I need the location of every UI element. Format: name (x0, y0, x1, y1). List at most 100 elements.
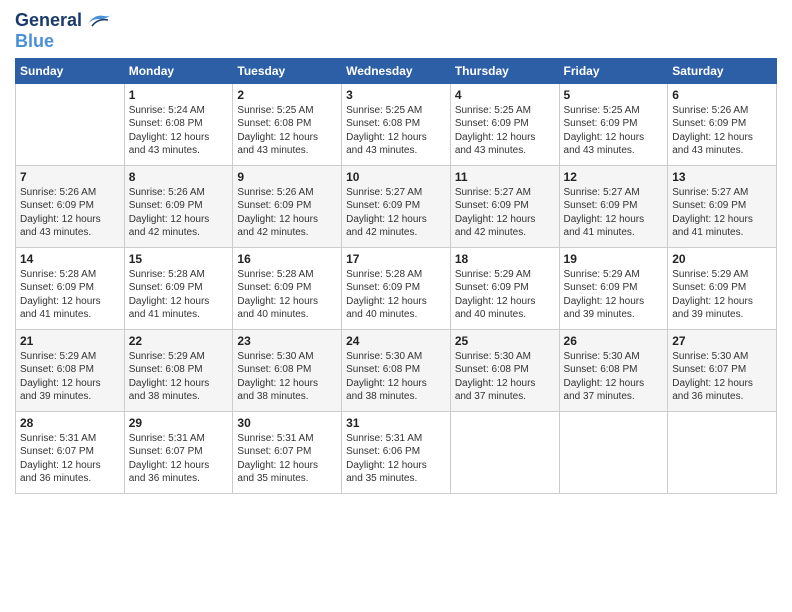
cell-text: Sunrise: 5:27 AMSunset: 6:09 PMDaylight:… (672, 187, 753, 239)
cell-text: Sunrise: 5:29 AMSunset: 6:08 PMDaylight:… (129, 351, 210, 403)
calendar-cell: 4 Sunrise: 5:25 AMSunset: 6:09 PMDaylight… (450, 83, 559, 165)
day-number: 12 (564, 170, 664, 184)
cell-text: Sunrise: 5:31 AMSunset: 6:07 PMDaylight:… (20, 433, 101, 485)
day-number: 28 (20, 416, 120, 430)
cell-text: Sunrise: 5:25 AMSunset: 6:08 PMDaylight:… (346, 105, 427, 157)
calendar-cell: 15 Sunrise: 5:28 AMSunset: 6:09 PMDayligh… (124, 247, 233, 329)
cell-text: Sunrise: 5:25 AMSunset: 6:08 PMDaylight:… (237, 105, 318, 157)
calendar-cell: 7 Sunrise: 5:26 AMSunset: 6:09 PMDaylight… (16, 165, 125, 247)
calendar-cell: 29 Sunrise: 5:31 AMSunset: 6:07 PMDayligh… (124, 411, 233, 493)
weekday-header: Thursday (450, 58, 559, 83)
day-number: 14 (20, 252, 120, 266)
cell-text: Sunrise: 5:28 AMSunset: 6:09 PMDaylight:… (237, 269, 318, 321)
calendar-cell: 24Sunrise: 5:30 AMSunset: 6:08 PMDayligh… (342, 329, 451, 411)
cell-text: Sunrise: 5:27 AMSunset: 6:09 PMDaylight:… (564, 187, 645, 239)
day-number: 3 (346, 88, 446, 102)
calendar-cell: 13 Sunrise: 5:27 AMSunset: 6:09 PMDayligh… (668, 165, 777, 247)
day-number: 2 (237, 88, 337, 102)
logo: General Blue (15, 10, 112, 52)
cell-text: Sunrise: 5:26 AMSunset: 6:09 PMDaylight:… (20, 187, 101, 239)
calendar-cell: 5 Sunrise: 5:25 AMSunset: 6:09 PMDaylight… (559, 83, 668, 165)
cell-text: Sunrise: 5:27 AMSunset: 6:09 PMDaylight:… (455, 187, 536, 239)
calendar-cell: 10 Sunrise: 5:27 AMSunset: 6:09 PMDayligh… (342, 165, 451, 247)
cell-text: Sunrise: 5:31 AMSunset: 6:07 PMDaylight:… (237, 433, 318, 485)
day-number: 11 (455, 170, 555, 184)
calendar-cell: 27 Sunrise: 5:30 AMSunset: 6:07 PMDayligh… (668, 329, 777, 411)
calendar-cell: 2 Sunrise: 5:25 AMSunset: 6:08 PMDaylight… (233, 83, 342, 165)
cell-text: Sunrise: 5:28 AMSunset: 6:09 PMDaylight:… (129, 269, 210, 321)
day-number: 8 (129, 170, 229, 184)
cell-text: Sunrise: 5:27 AMSunset: 6:09 PMDaylight:… (346, 187, 427, 239)
day-number: 18 (455, 252, 555, 266)
calendar-cell: 30 Sunrise: 5:31 AMSunset: 6:07 PMDayligh… (233, 411, 342, 493)
calendar-cell: 28 Sunrise: 5:31 AMSunset: 6:07 PMDayligh… (16, 411, 125, 493)
cell-text: Sunrise: 5:29 AMSunset: 6:09 PMDaylight:… (564, 269, 645, 321)
cell-text: Sunrise: 5:31 AMSunset: 6:07 PMDaylight:… (129, 433, 210, 485)
cell-text: Sunrise: 5:29 AMSunset: 6:09 PMDaylight:… (672, 269, 753, 321)
day-number: 23 (237, 334, 337, 348)
calendar-cell: 20 Sunrise: 5:29 AMSunset: 6:09 PMDayligh… (668, 247, 777, 329)
calendar-cell: 16Sunrise: 5:28 AMSunset: 6:09 PMDayligh… (233, 247, 342, 329)
calendar-cell: 14 Sunrise: 5:28 AMSunset: 6:09 PMDayligh… (16, 247, 125, 329)
cell-text: Sunrise: 5:25 AMSunset: 6:09 PMDaylight:… (455, 105, 536, 157)
day-number: 24 (346, 334, 446, 348)
day-number: 31 (346, 416, 446, 430)
day-number: 27 (672, 334, 772, 348)
calendar-cell: 12 Sunrise: 5:27 AMSunset: 6:09 PMDayligh… (559, 165, 668, 247)
day-number: 4 (455, 88, 555, 102)
calendar-cell: 21 Sunrise: 5:29 AMSunset: 6:08 PMDayligh… (16, 329, 125, 411)
logo-bird-icon (84, 10, 112, 32)
calendar-cell: 31Sunrise: 5:31 AMSunset: 6:06 PMDayligh… (342, 411, 451, 493)
calendar-cell: 19 Sunrise: 5:29 AMSunset: 6:09 PMDayligh… (559, 247, 668, 329)
day-number: 9 (237, 170, 337, 184)
weekday-header: Monday (124, 58, 233, 83)
calendar-cell: 23 Sunrise: 5:30 AMSunset: 6:08 PMDayligh… (233, 329, 342, 411)
cell-text: Sunrise: 5:26 AMSunset: 6:09 PMDaylight:… (672, 105, 753, 157)
calendar-cell (668, 411, 777, 493)
calendar-cell: 18 Sunrise: 5:29 AMSunset: 6:09 PMDayligh… (450, 247, 559, 329)
weekday-header: Wednesday (342, 58, 451, 83)
cell-text: Sunrise: 5:28 AMSunset: 6:09 PMDaylight:… (346, 269, 427, 321)
weekday-header: Tuesday (233, 58, 342, 83)
day-number: 21 (20, 334, 120, 348)
page-header: General Blue (15, 10, 777, 52)
cell-text: Sunrise: 5:30 AMSunset: 6:08 PMDaylight:… (564, 351, 645, 403)
calendar-cell: 3 Sunrise: 5:25 AMSunset: 6:08 PMDaylight… (342, 83, 451, 165)
calendar-cell: 11 Sunrise: 5:27 AMSunset: 6:09 PMDayligh… (450, 165, 559, 247)
calendar-cell: 6 Sunrise: 5:26 AMSunset: 6:09 PMDaylight… (668, 83, 777, 165)
day-number: 29 (129, 416, 229, 430)
day-number: 26 (564, 334, 664, 348)
calendar-cell (559, 411, 668, 493)
day-number: 25 (455, 334, 555, 348)
calendar-cell (16, 83, 125, 165)
cell-text: Sunrise: 5:30 AMSunset: 6:07 PMDaylight:… (672, 351, 753, 403)
calendar-cell: 8 Sunrise: 5:26 AMSunset: 6:09 PMDaylight… (124, 165, 233, 247)
day-number: 30 (237, 416, 337, 430)
calendar-cell: 9 Sunrise: 5:26 AMSunset: 6:09 PMDaylight… (233, 165, 342, 247)
cell-text: Sunrise: 5:25 AMSunset: 6:09 PMDaylight:… (564, 105, 645, 157)
cell-text: Sunrise: 5:30 AMSunset: 6:08 PMDaylight:… (237, 351, 318, 403)
day-number: 20 (672, 252, 772, 266)
logo-text: General Blue (15, 10, 112, 52)
weekday-header: Sunday (16, 58, 125, 83)
cell-text: Sunrise: 5:26 AMSunset: 6:09 PMDaylight:… (237, 187, 318, 239)
day-number: 17 (346, 252, 446, 266)
day-number: 10 (346, 170, 446, 184)
day-number: 5 (564, 88, 664, 102)
calendar-cell (450, 411, 559, 493)
cell-text: Sunrise: 5:26 AMSunset: 6:09 PMDaylight:… (129, 187, 210, 239)
day-number: 7 (20, 170, 120, 184)
cell-text: Sunrise: 5:28 AMSunset: 6:09 PMDaylight:… (20, 269, 101, 321)
cell-text: Sunrise: 5:29 AMSunset: 6:09 PMDaylight:… (455, 269, 536, 321)
calendar-table: SundayMondayTuesdayWednesdayThursdayFrid… (15, 58, 777, 494)
calendar-cell: 22Sunrise: 5:29 AMSunset: 6:08 PMDayligh… (124, 329, 233, 411)
day-number: 15 (129, 252, 229, 266)
calendar-cell: 17 Sunrise: 5:28 AMSunset: 6:09 PMDayligh… (342, 247, 451, 329)
day-number: 19 (564, 252, 664, 266)
weekday-header: Saturday (668, 58, 777, 83)
calendar-cell: 26 Sunrise: 5:30 AMSunset: 6:08 PMDayligh… (559, 329, 668, 411)
day-number: 6 (672, 88, 772, 102)
cell-text: Sunrise: 5:29 AMSunset: 6:08 PMDaylight:… (20, 351, 101, 403)
calendar-cell: 25Sunrise: 5:30 AMSunset: 6:08 PMDayligh… (450, 329, 559, 411)
day-number: 13 (672, 170, 772, 184)
